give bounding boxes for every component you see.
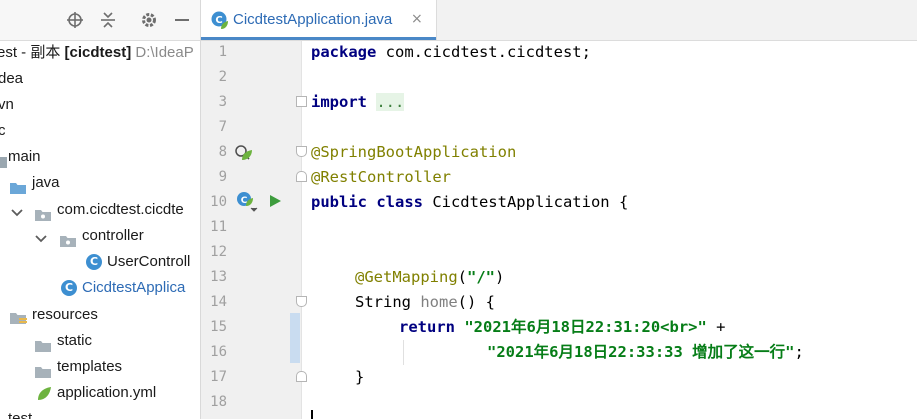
collapse-all-icon[interactable] (97, 9, 119, 31)
keyword: package (311, 43, 377, 61)
code-text: ) (495, 268, 505, 286)
line-number: 2 (218, 69, 227, 85)
project-panel: est - 副本 [cicdtest] D:\IdeaP dea vn c ma… (0, 0, 201, 419)
keyword: public class (311, 193, 423, 211)
code-text: } (355, 368, 365, 386)
class-icon: C (86, 254, 102, 270)
folder-icon (35, 335, 51, 352)
line-number: 12 (210, 244, 227, 260)
tree-item-main[interactable]: main (0, 144, 200, 170)
source-folder-icon (10, 177, 26, 194)
code-line-9[interactable]: @RestController (311, 165, 451, 190)
project-name: est - 副本 [cicdtest] D:\IdeaP (0, 44, 194, 61)
editor-tab-bar: C CicdtestApplication.java × (201, 0, 917, 41)
tree-item-java[interactable]: java (0, 170, 200, 196)
tab-cicdtestapplication[interactable]: C CicdtestApplication.java × (201, 0, 437, 40)
indent-guide (403, 340, 404, 365)
code-line-16[interactable]: "2021年6月18日22:33:33 增加了这一行"; (487, 340, 804, 365)
fold-end-icon[interactable] (296, 171, 307, 182)
tree-item-application-yml[interactable]: application.yml (0, 380, 200, 406)
keyword: import (311, 93, 367, 111)
line-number: 11 (210, 219, 227, 235)
line-number: 17 (210, 369, 227, 385)
vcs-change-marker[interactable] (290, 313, 300, 363)
line-number: 1 (218, 44, 227, 60)
string-literal: "/" (467, 268, 495, 286)
tree-item-templates[interactable]: templates (0, 354, 200, 380)
line-number: 14 (210, 294, 227, 310)
run-icon[interactable] (268, 194, 282, 213)
project-toolbar (0, 0, 200, 41)
fold-collapse-icon[interactable] (296, 296, 307, 307)
close-icon[interactable]: × (411, 11, 423, 27)
tree-item-static[interactable]: static (0, 328, 200, 354)
line-number: 13 (210, 269, 227, 285)
locate-icon[interactable] (64, 9, 86, 31)
type-name: String (355, 293, 421, 311)
keyword: return (399, 318, 455, 336)
folder-icon (35, 361, 51, 378)
code-line-8[interactable]: @SpringBootApplication (311, 140, 516, 165)
text-caret (311, 410, 313, 419)
code-text: + (706, 318, 726, 336)
code-line-15[interactable]: return "2021年6月18日22:31:20<br>" + (399, 315, 725, 340)
string-literal: "2021年6月18日22:31:20<br>" (464, 318, 707, 336)
line-number: 15 (210, 319, 227, 335)
fold-end-icon[interactable] (296, 371, 307, 382)
tree-item-test[interactable]: test (0, 406, 200, 419)
spring-boot-class-icon: C (61, 280, 77, 296)
annotation: @RestController (311, 168, 451, 186)
code-line-17[interactable]: } (355, 365, 364, 390)
code-line-13[interactable]: @GetMapping("/") (355, 265, 504, 290)
line-number: 10 (210, 194, 227, 210)
package-icon (60, 230, 76, 247)
string-literal: "2021年6月18日22:33:33 增加了这一行" (487, 343, 795, 361)
folded-imports[interactable]: ... (376, 93, 405, 111)
line-number: 7 (218, 119, 227, 135)
chevron-down-icon[interactable] (10, 203, 24, 217)
code-line-1[interactable]: package com.cicdtest.cicdtest; (311, 40, 591, 65)
fold-expand-icon[interactable] (296, 96, 307, 107)
code-line-10[interactable]: public class CicdtestApplication { (311, 190, 628, 215)
class-declaration: CicdtestApplication { (422, 193, 629, 211)
chevron-down-icon[interactable] (34, 229, 48, 243)
line-number: 16 (210, 344, 227, 360)
spring-boot-class-icon[interactable]: C (235, 190, 259, 219)
gear-icon[interactable] (138, 9, 160, 31)
tree-item-package-root[interactable]: com.cicdtest.cicdte (0, 197, 200, 223)
minimize-icon[interactable] (171, 9, 193, 31)
line-number: 8 (218, 144, 227, 160)
annotation: @GetMapping (355, 268, 458, 286)
tree-item-resources[interactable]: resources (0, 302, 200, 328)
tree-item-usercontroller[interactable]: C UserControll (0, 249, 200, 275)
fold-collapse-icon[interactable] (296, 146, 307, 157)
code-text: ; (794, 343, 804, 361)
svg-text:C: C (215, 15, 222, 26)
code-text: com.cicdtest.cicdtest; (376, 43, 591, 61)
tab-label: CicdtestApplication.java (233, 11, 393, 28)
line-number: 9 (218, 169, 227, 185)
line-number: 18 (210, 394, 227, 410)
tree-item-cicdtestapplication[interactable]: C CicdtestApplica (0, 275, 200, 301)
code-line-14[interactable]: String home() { (355, 290, 495, 315)
tree-item-project-root[interactable]: est - 副本 [cicdtest] D:\IdeaP (0, 40, 200, 66)
tree-item-controller[interactable]: controller (0, 223, 200, 249)
annotation: @SpringBootApplication (311, 143, 517, 161)
code-text: ( (457, 268, 467, 286)
resources-folder-icon (10, 309, 27, 324)
package-icon (35, 204, 51, 221)
spring-bean-icon[interactable] (233, 143, 253, 168)
method-name: home (420, 293, 458, 311)
line-number: 3 (218, 94, 227, 110)
spring-yml-icon (35, 385, 51, 400)
code-text: () { (457, 293, 495, 311)
code-line-3[interactable]: import ... (311, 90, 405, 115)
spring-boot-class-icon: C (211, 10, 229, 35)
